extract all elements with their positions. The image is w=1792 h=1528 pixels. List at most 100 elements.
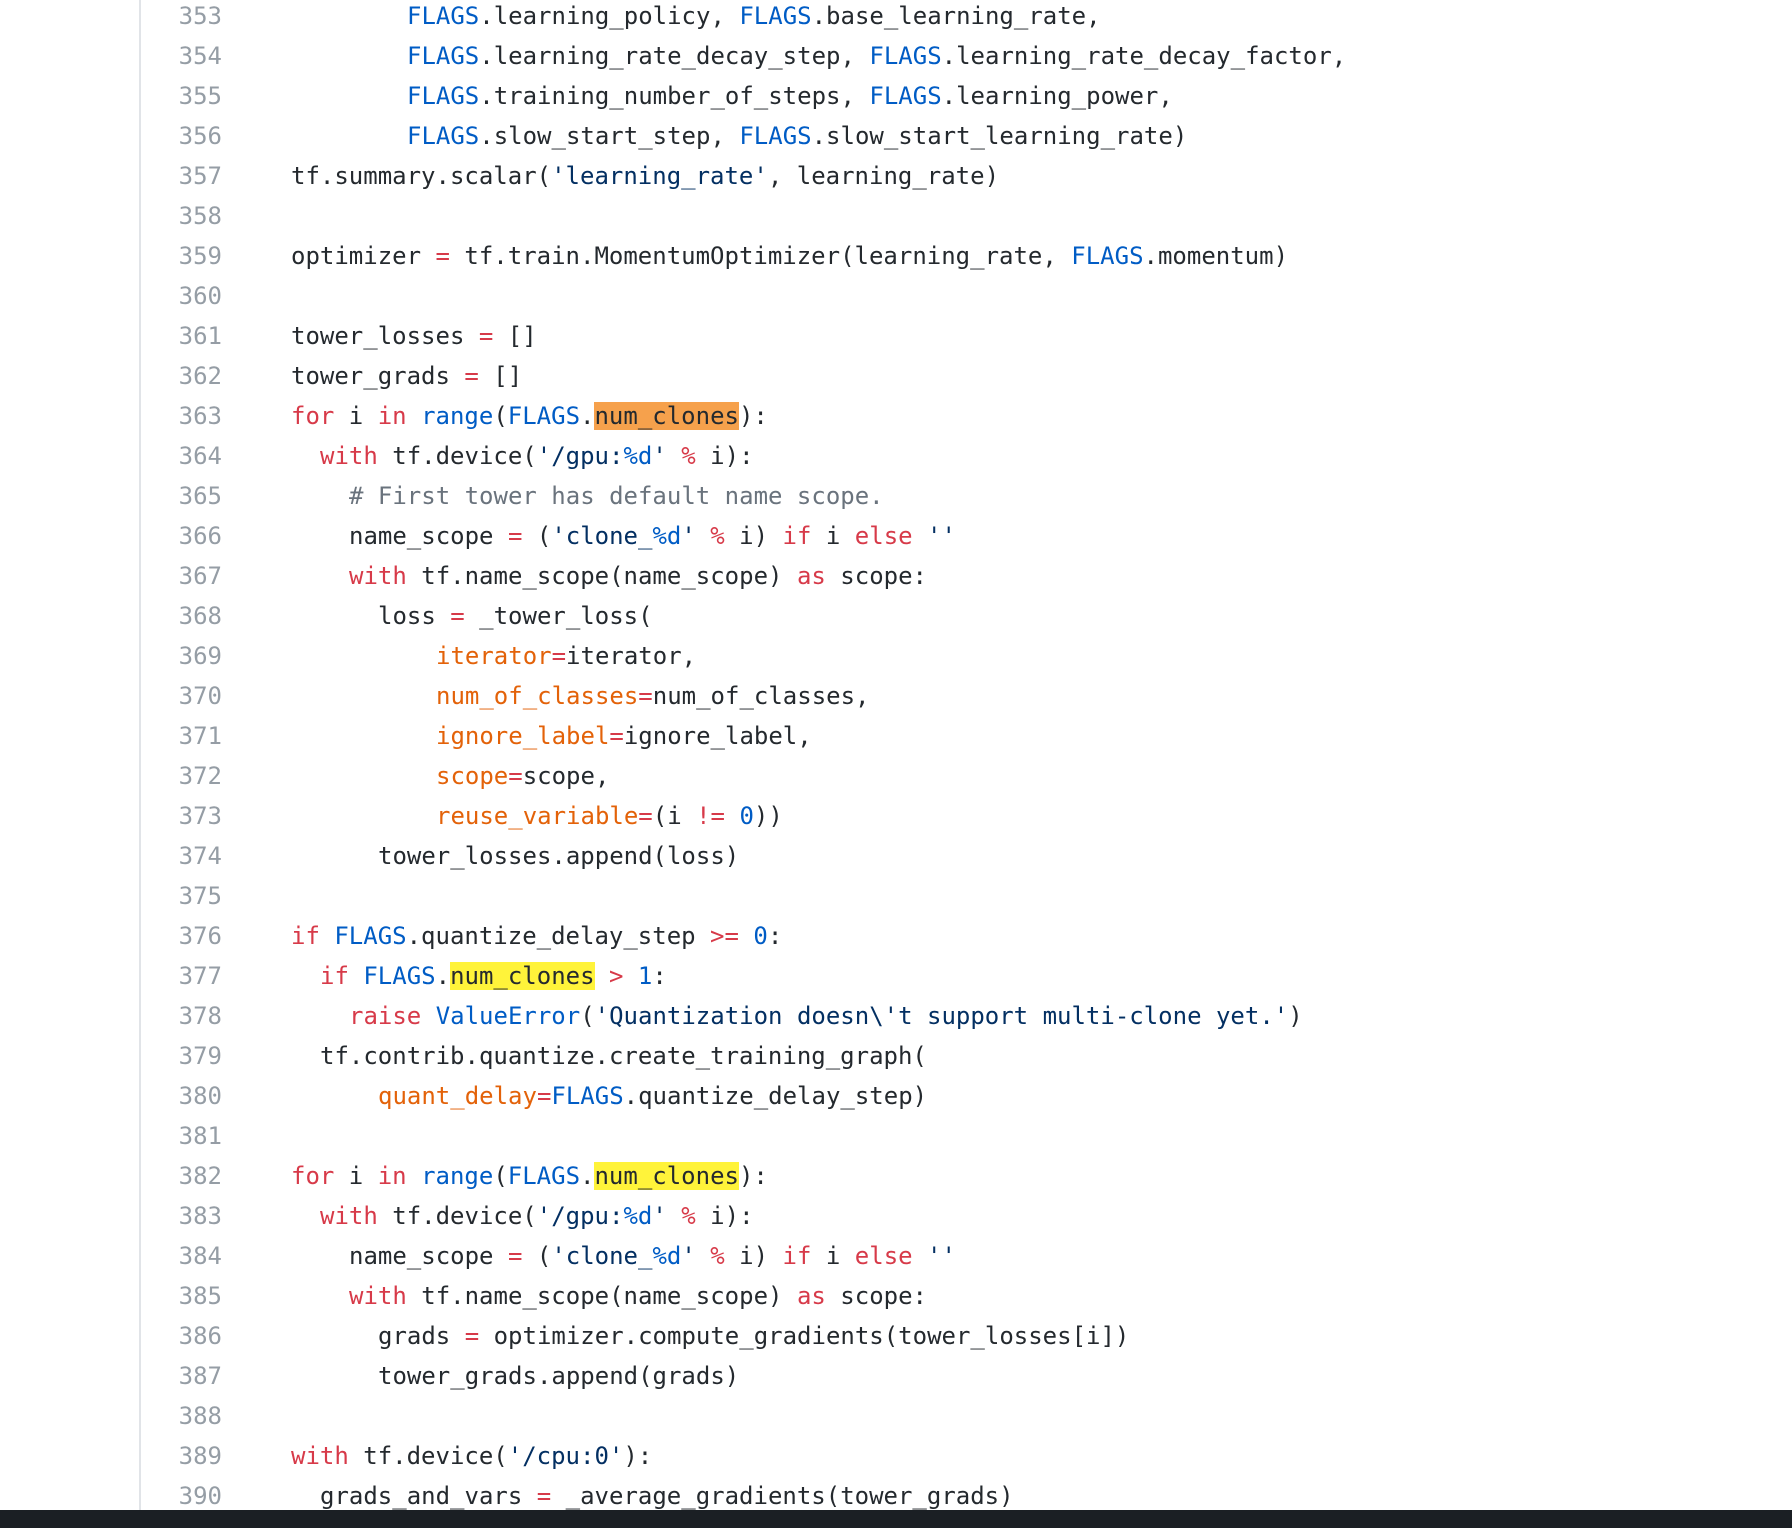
code-token: tf.device( [377,1202,537,1230]
code-token: 'learning_rate' [551,162,768,190]
code-token: = [450,602,465,630]
line-number[interactable]: 369 [150,636,222,676]
code-token: name_scope [349,522,508,550]
code-token: 0 [753,922,768,950]
code-token: in [377,402,407,430]
code-line: 374 tower_losses.append(loss) [0,836,1792,876]
line-number[interactable]: 360 [150,276,222,316]
code-token: tower_losses [291,322,479,350]
code-text: tf.contrib.quantize.create_training_grap… [320,1036,927,1076]
line-number[interactable]: 373 [150,796,222,836]
code-token: . [580,402,595,430]
line-number[interactable]: 385 [150,1276,222,1316]
code-token: FLAGS [869,42,942,70]
line-number[interactable]: 375 [150,876,222,916]
code-token: .learning_power, [941,82,1173,110]
code-token: '/cpu:0' [507,1442,624,1470]
code-token: if [291,922,320,950]
code-token: if [782,1242,812,1270]
code-text: # First tower has default name scope. [349,476,884,516]
code-token: FLAGS [551,1082,624,1110]
line-number[interactable]: 384 [150,1236,222,1276]
code-token: tf.contrib.quantize.create_training_grap… [320,1042,927,1070]
line-number[interactable]: 374 [150,836,222,876]
code-token: if [320,962,349,990]
code-token: optimizer.compute_gradients(tower_losses… [479,1322,1130,1350]
line-number[interactable]: 363 [150,396,222,436]
code-token: = [508,762,523,790]
code-token: %d [652,1242,682,1270]
code-token: > [609,962,624,990]
line-number[interactable]: 354 [150,36,222,76]
code-text: for i in range(FLAGS.num_clones): [291,1156,768,1196]
code-text: tower_losses = [] [291,316,537,356]
line-number[interactable]: 383 [150,1196,222,1236]
line-number[interactable]: 365 [150,476,222,516]
code-token: != [696,802,726,830]
code-line: 365 # First tower has default name scope. [0,476,1792,516]
line-number[interactable]: 364 [150,436,222,476]
code-line: 369 iterator=iterator, [0,636,1792,676]
line-number[interactable]: 362 [150,356,222,396]
code-text: ignore_label=ignore_label, [436,716,812,756]
code-token: iterator [436,642,552,670]
line-number[interactable]: 379 [150,1036,222,1076]
line-number[interactable]: 370 [150,676,222,716]
code-token: range [421,1162,494,1190]
line-number[interactable]: 361 [150,316,222,356]
code-token: 0 [739,802,754,830]
code-token: = [507,522,523,550]
line-number[interactable]: 382 [150,1156,222,1196]
code-line: 375 [0,876,1792,916]
line-number[interactable]: 366 [150,516,222,556]
code-text: raise ValueError('Quantization doesn\'t … [349,996,1303,1036]
line-number[interactable]: 372 [150,756,222,796]
line-number[interactable]: 371 [150,716,222,756]
line-number[interactable]: 356 [150,116,222,156]
line-number[interactable]: 381 [150,1116,222,1156]
code-token: 'Quantization doesn\'t support multi-clo… [594,1002,1289,1030]
code-token: tower_grads.append(grads) [378,1362,740,1390]
line-number[interactable]: 376 [150,916,222,956]
code-token: i [811,522,855,550]
code-token: i): [695,1202,754,1230]
code-token: ' [681,1242,696,1270]
code-token: FLAGS [739,122,812,150]
code-token: % [681,1202,696,1230]
code-token: FLAGS [739,2,812,30]
line-number[interactable]: 359 [150,236,222,276]
line-number[interactable]: 355 [150,76,222,116]
line-number[interactable]: 378 [150,996,222,1036]
code-line: 361 tower_losses = [] [0,316,1792,356]
line-number[interactable]: 387 [150,1356,222,1396]
line-number[interactable]: 367 [150,556,222,596]
code-token: (i [652,802,697,830]
line-number[interactable]: 388 [150,1396,222,1436]
line-number[interactable]: 389 [150,1436,222,1476]
code-token: ): [738,402,768,430]
line-number[interactable]: 358 [150,196,222,236]
line-number[interactable]: 390 [150,1476,222,1510]
code-line: 381 [0,1116,1792,1156]
line-number[interactable]: 380 [150,1076,222,1116]
code-token: : [652,962,667,990]
code-token: ) [1288,1002,1303,1030]
line-number[interactable]: 386 [150,1316,222,1356]
code-token: ): [623,1442,653,1470]
line-number[interactable]: 357 [150,156,222,196]
code-token: ' [681,522,696,550]
line-number[interactable]: 353 [150,0,222,36]
code-token: else [854,1242,913,1270]
line-number[interactable]: 377 [150,956,222,996]
code-token: % [681,442,696,470]
line-number[interactable]: 368 [150,596,222,636]
code-line: 354 FLAGS.learning_rate_decay_step, FLAGS… [0,36,1792,76]
